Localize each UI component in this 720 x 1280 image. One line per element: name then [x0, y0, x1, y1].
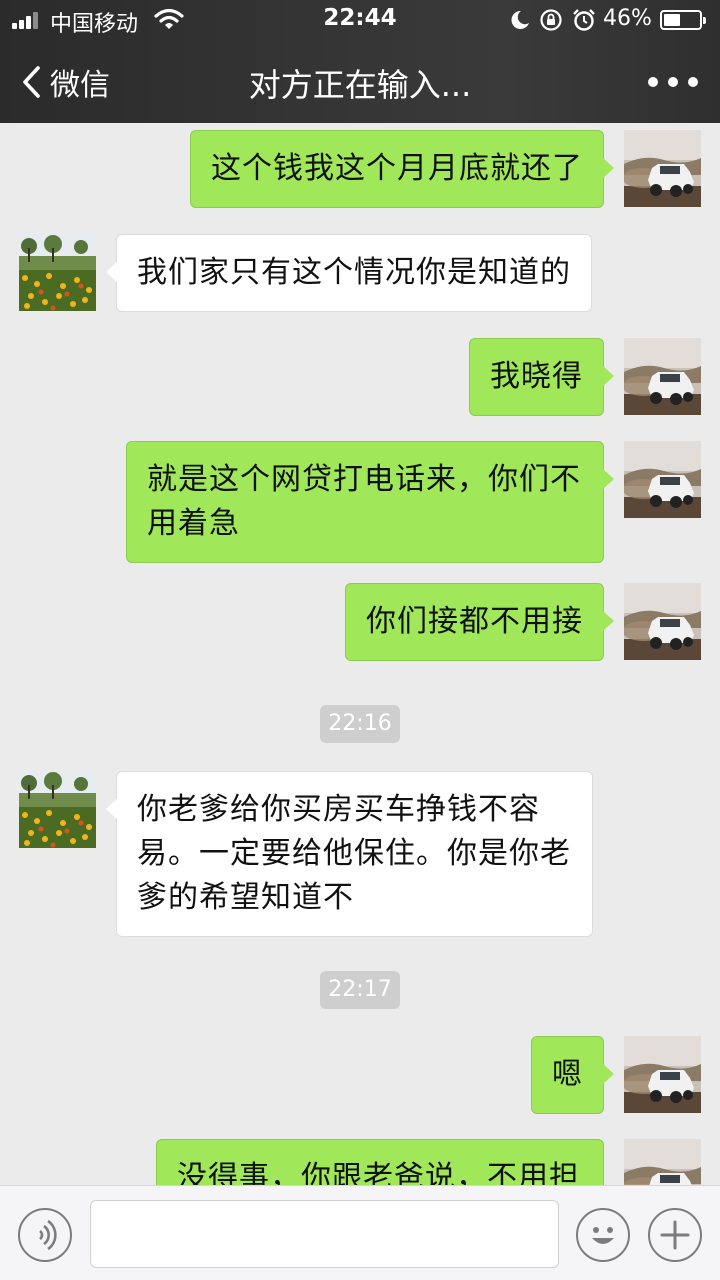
- plus-icon: [660, 1220, 690, 1250]
- battery-fill: [664, 14, 680, 26]
- flower-field-avatar-image: [19, 234, 96, 311]
- my-avatar[interactable]: [624, 583, 701, 660]
- my-avatar[interactable]: [624, 1139, 701, 1185]
- back-button[interactable]: 微信: [18, 62, 110, 103]
- moon-icon: [511, 10, 529, 29]
- top-bar: 中国移动 22:44 46% 微信 对方正在输入...: [0, 0, 720, 123]
- wifi-icon: [154, 8, 184, 29]
- back-label: 微信: [50, 68, 110, 103]
- chat-title: 对方正在输入...: [248, 66, 472, 104]
- carrier-label: 中国移动: [50, 12, 139, 37]
- chat-area[interactable]: 这个钱我这个月月底就还了 我们家只有这个情况你是知道的 我晓得 就是这个网贷打电…: [0, 123, 720, 1185]
- voice-button[interactable]: [18, 1208, 72, 1262]
- car-avatar-image: [624, 441, 701, 518]
- message-bubble-outgoing[interactable]: 就是这个网贷打电话来，你们不 用着急: [126, 441, 614, 563]
- plus-button[interactable]: [648, 1208, 702, 1262]
- message-row: 我晓得: [0, 338, 720, 418]
- chevron-left-icon: [23, 66, 40, 98]
- flower-field-avatar-image: [19, 771, 96, 848]
- nav-bar: 微信 对方正在输入...: [0, 40, 720, 123]
- my-avatar[interactable]: [624, 130, 701, 207]
- my-avatar[interactable]: [624, 1036, 701, 1113]
- alarm-icon: [573, 9, 595, 31]
- message-bubble-outgoing[interactable]: 我晓得: [469, 338, 614, 416]
- message-row: 就是这个网贷打电话来，你们不 用着急: [0, 441, 720, 563]
- battery-icon: [660, 10, 706, 30]
- car-avatar-image: [624, 1036, 701, 1113]
- message-bubble-incoming[interactable]: 我们家只有这个情况你是知道的: [106, 234, 592, 312]
- contact-avatar[interactable]: [19, 771, 96, 848]
- emoji-icon: [592, 1227, 614, 1244]
- message-row: 这个钱我这个月月底就还了: [0, 130, 720, 210]
- message-bubble-outgoing[interactable]: 没得事，你跟老爸说，不用担: [156, 1139, 604, 1185]
- message-row: 你老爹给你买房买车挣钱不容 易。一定要给他保住。你是你老 爹的希望知道不: [0, 771, 720, 937]
- rotation-lock-icon: [540, 9, 562, 31]
- time-divider: 22:17: [320, 971, 400, 1009]
- car-avatar-image: [624, 338, 701, 415]
- message-row: 你们接都不用接: [0, 583, 720, 663]
- time-divider: 22:16: [320, 705, 400, 743]
- message-row: 没得事，你跟老爸说，不用担: [0, 1139, 720, 1185]
- my-avatar[interactable]: [624, 441, 701, 518]
- input-bar: [0, 1185, 720, 1280]
- signal-icon: [12, 11, 44, 29]
- car-avatar-image: [624, 1139, 701, 1185]
- my-avatar[interactable]: [624, 338, 701, 415]
- more-dots-icon[interactable]: [648, 74, 698, 90]
- contact-avatar[interactable]: [19, 234, 96, 311]
- message-bubble-outgoing[interactable]: 这个钱我这个月月底就还了: [190, 130, 614, 208]
- message-bubble-outgoing[interactable]: 你们接都不用接: [345, 583, 614, 661]
- message-row: 嗯: [0, 1036, 720, 1116]
- message-bubble-outgoing[interactable]: 嗯: [531, 1036, 614, 1114]
- voice-icon: [39, 1219, 57, 1251]
- status-time: 22:44: [323, 5, 397, 31]
- car-avatar-image: [624, 130, 701, 207]
- battery-percent: 46%: [603, 6, 652, 31]
- status-bar: 中国移动 22:44 46%: [0, 0, 720, 40]
- message-input[interactable]: [90, 1200, 559, 1268]
- message-bubble-incoming[interactable]: 你老爹给你买房买车挣钱不容 易。一定要给他保住。你是你老 爹的希望知道不: [106, 771, 593, 937]
- car-avatar-image: [624, 583, 701, 660]
- message-row: 我们家只有这个情况你是知道的: [0, 234, 720, 314]
- emoji-button[interactable]: [576, 1208, 630, 1262]
